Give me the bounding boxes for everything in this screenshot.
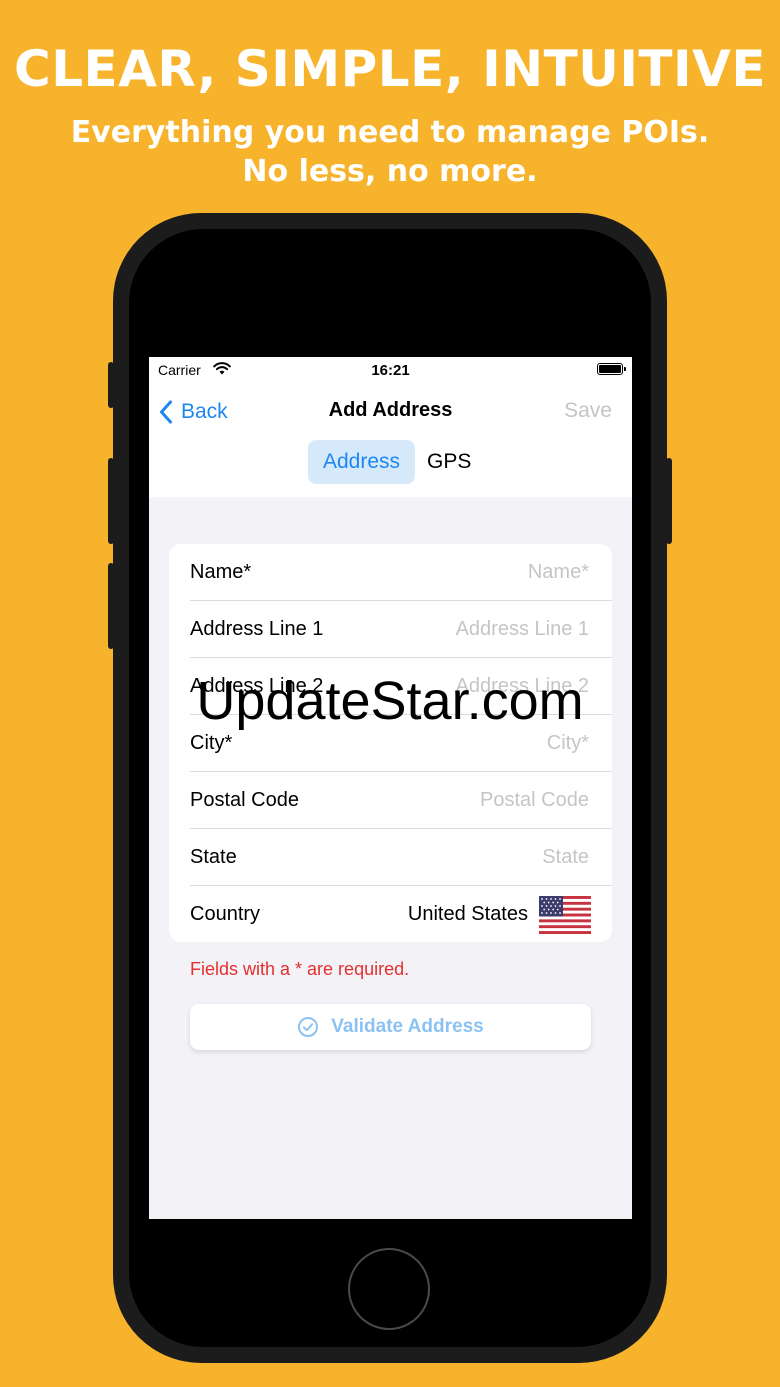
state-label: State	[190, 846, 237, 868]
required-fields-note: Fields with a * are required.	[190, 959, 410, 979]
city-input[interactable]	[387, 731, 591, 756]
address-line-2-input[interactable]	[387, 674, 591, 699]
address-line-1-input[interactable]	[387, 617, 591, 642]
phone-power-button	[666, 458, 672, 544]
phone-volume-up-button	[108, 458, 114, 544]
country-value: United States	[407, 903, 528, 925]
city-label: City*	[190, 732, 233, 754]
home-button[interactable]	[348, 1248, 430, 1330]
state-input[interactable]	[387, 845, 591, 870]
postal-code-label: Postal Code	[190, 789, 299, 811]
checkmark-circle-icon	[298, 1017, 319, 1037]
address-line-2-label: Address Line 2	[190, 675, 324, 697]
postal-code-input[interactable]	[387, 788, 591, 813]
us-flag-icon	[539, 895, 591, 934]
form-row-name: Name*	[190, 544, 612, 601]
name-label: Name*	[190, 561, 252, 583]
country-label: Country	[190, 903, 261, 925]
navigation-area: Carrier 16:21 Back Add Address Save Addr…	[149, 357, 632, 497]
promo-headline: CLEAR, SIMPLE, INTUITIVE	[14, 40, 766, 98]
tab-address[interactable]: Address	[308, 440, 416, 484]
form-row-state: State	[190, 829, 612, 886]
country-selection: United States	[407, 895, 591, 934]
address-form: Name* Address Line 1 Address Line 2 City…	[169, 544, 612, 942]
app-screen: Carrier 16:21 Back Add Address Save Addr…	[149, 357, 632, 1219]
page-title: Add Address	[328, 399, 453, 421]
segmented-control: Address GPS	[308, 440, 483, 484]
address-line-1-label: Address Line 1	[190, 618, 324, 640]
promo-subline-line-2: No less, no more.	[242, 154, 538, 189]
validate-address-button[interactable]: Validate Address	[190, 1004, 591, 1050]
validate-address-label: Validate Address	[331, 1016, 484, 1037]
form-row-address-line-1: Address Line 1	[190, 601, 612, 658]
name-input[interactable]	[387, 560, 591, 585]
battery-icon	[597, 363, 626, 375]
phone-volume-down-button	[108, 563, 114, 649]
form-row-city: City*	[190, 715, 612, 772]
status-bar: Carrier 16:21	[149, 357, 632, 383]
form-row-postal-code: Postal Code	[190, 772, 612, 829]
promo-subline-line-1: Everything you need to manage POIs.	[70, 115, 710, 150]
form-row-address-line-2: Address Line 2	[190, 658, 612, 715]
save-button[interactable]: Save	[564, 399, 612, 423]
status-time: 16:21	[371, 362, 410, 379]
country-picker[interactable]: Country United States	[190, 886, 591, 942]
phone-mute-switch	[108, 362, 114, 408]
tab-gps[interactable]: GPS	[415, 440, 483, 484]
promo-subline: Everything you need to manage POIs. No l…	[0, 113, 780, 191]
